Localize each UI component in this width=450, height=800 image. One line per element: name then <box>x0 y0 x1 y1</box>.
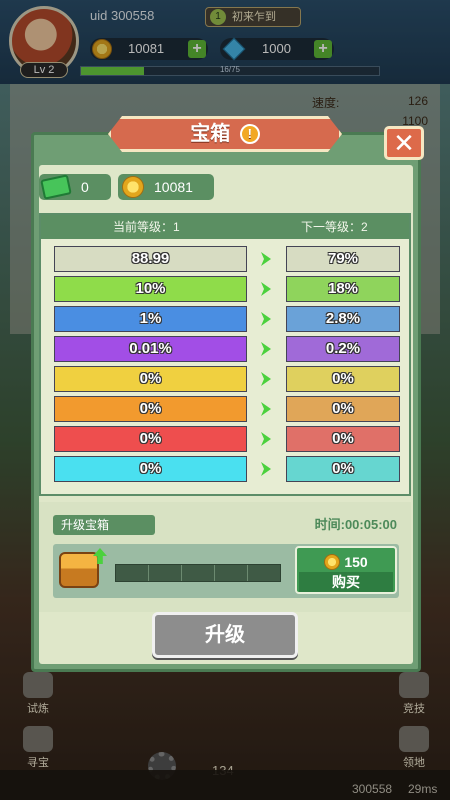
upgrade-chest-label: 升级宝箱 <box>53 515 155 535</box>
current-rate-bar: 0% <box>54 366 247 392</box>
chest-icon <box>59 552 99 588</box>
buy-button[interactable]: 150 购买 <box>295 546 397 594</box>
current-rate-bar: 0% <box>54 456 247 482</box>
buy-cost-amount: 150 <box>344 554 368 570</box>
upgrade-chest-panel: 升级宝箱 时间:00:05:00 150 购买 <box>39 502 411 612</box>
next-rate-bar: 0% <box>286 426 400 452</box>
arrow-right-icon <box>261 462 271 476</box>
upgrade-timer: 时间:00:05:00 <box>314 517 397 532</box>
upgrade-progress-bar <box>115 564 281 582</box>
current-rate-bar: 0% <box>54 396 247 422</box>
next-rate-bar: 0% <box>286 366 400 392</box>
dialog-title: 宝箱 ! <box>108 116 342 152</box>
dialog-coin-counter: 10081 <box>118 174 214 200</box>
arrow-right-icon <box>261 402 271 416</box>
arrow-right-icon <box>261 342 271 356</box>
current-rate-bar: 10% <box>54 276 247 302</box>
arrow-right-icon <box>261 252 271 266</box>
arrow-right-icon <box>261 372 271 386</box>
probability-row: 0% 0% <box>41 454 409 484</box>
arrow-right-icon <box>261 312 271 326</box>
current-rate-bar: 1% <box>54 306 247 332</box>
current-rate-bar: 0.01% <box>54 336 247 362</box>
progress-segment <box>182 565 215 581</box>
coin-icon <box>324 554 341 570</box>
current-level-label: 当前等级：1 <box>113 220 180 234</box>
next-rate-bar: 0% <box>286 456 400 482</box>
probability-row: 10% 18% <box>41 274 409 304</box>
current-rate-bar: 88.99 <box>54 246 247 272</box>
arrow-right-icon <box>261 432 271 446</box>
next-rate-bar: 0.2% <box>286 336 400 362</box>
next-level-label: 下一等级：2 <box>301 220 368 234</box>
progress-segment <box>116 565 149 581</box>
probability-row: 0% 0% <box>41 394 409 424</box>
level-header: 当前等级：1 下一等级：2 <box>41 215 409 239</box>
buy-cost: 150 <box>297 551 395 570</box>
upgrade-button[interactable]: 升级 <box>152 612 298 658</box>
probability-row: 0.01% 0.2% <box>41 334 409 364</box>
level-comparison-panel: 当前等级：1 下一等级：2 88.99 79% 10% 18% 1% 2.8% 0.01% 0… <box>39 213 411 496</box>
next-rate-bar: 2.8% <box>286 306 400 332</box>
close-button[interactable]: ✕ <box>384 126 424 160</box>
next-rate-bar: 0% <box>286 396 400 422</box>
info-icon[interactable]: ! <box>239 124 260 144</box>
dialog-coin-amount: 10081 <box>154 179 193 195</box>
next-rate-bar: 18% <box>286 276 400 302</box>
next-rate-bar: 79% <box>286 246 400 272</box>
probability-row: 0% 0% <box>41 424 409 454</box>
probability-row: 88.99 79% <box>41 244 409 274</box>
probability-row: 0% 0% <box>41 364 409 394</box>
current-rate-bar: 0% <box>54 426 247 452</box>
buy-label: 购买 <box>299 572 393 592</box>
probability-rows: 88.99 79% 10% 18% 1% 2.8% 0.01% 0.2% 0% 0% 0% 0% 0% 0… <box>41 239 409 494</box>
coin-icon <box>122 176 144 198</box>
progress-segment <box>149 565 182 581</box>
arrow-right-icon <box>261 282 271 296</box>
cash-icon <box>40 174 72 200</box>
dialog-gem-counter: 0 <box>39 174 111 200</box>
progress-segment <box>248 565 280 581</box>
dialog-title-text: 宝箱 <box>190 123 231 145</box>
progress-segment <box>215 565 248 581</box>
upgrade-row: 150 购买 <box>53 544 399 598</box>
probability-row: 1% 2.8% <box>41 304 409 334</box>
dialog-gem-amount: 0 <box>81 179 89 195</box>
